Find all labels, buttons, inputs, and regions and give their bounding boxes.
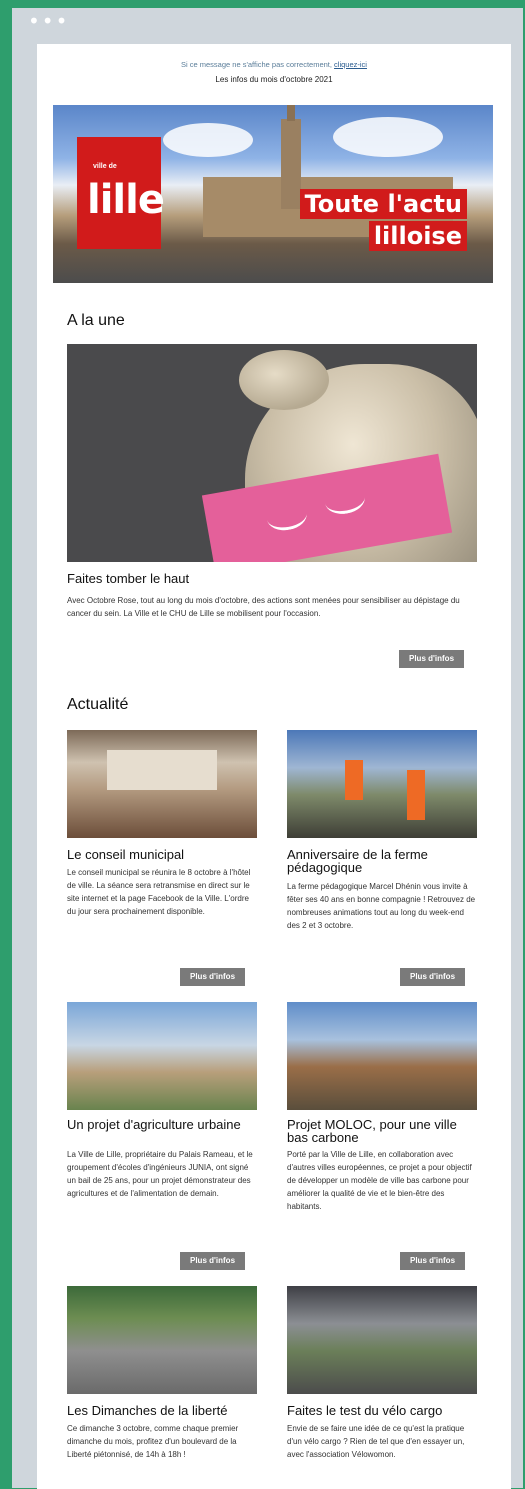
article-image-velo-cargo[interactable]	[287, 1286, 477, 1394]
preheader-text: Si ce message ne s'affiche pas correctem…	[181, 60, 332, 69]
article-title[interactable]: Projet MOLOC, pour une ville bas carbone	[287, 1118, 477, 1144]
more-info-button[interactable]: Plus d'infos	[180, 1252, 246, 1270]
preheader: Si ce message ne s'affiche pas correctem…	[37, 60, 511, 69]
article-title[interactable]: Un projet d'agriculture urbaine	[67, 1118, 257, 1131]
view-online-link[interactable]: cliquez-ici	[334, 60, 367, 69]
section-title-a-la-une: A la une	[67, 312, 125, 329]
cloud-shape	[163, 123, 253, 157]
article-image-ferme[interactable]	[287, 730, 477, 838]
volunteer-shape	[345, 760, 363, 800]
logo-small-text: ville de	[93, 163, 117, 170]
more-info-button[interactable]: Plus d'infos	[400, 1252, 466, 1270]
window-menu-dots[interactable]: •••	[28, 11, 69, 31]
section-title-actualite: Actualité	[67, 696, 129, 713]
article-body: La ferme pédagogique Marcel Dhénin vous …	[287, 882, 476, 930]
more-info-button[interactable]: Plus d'infos	[400, 968, 466, 986]
header-banner[interactable]: ville de lille Toute l'actu lilloise	[53, 105, 493, 283]
hall-shape	[107, 750, 217, 790]
banner-tagline-2: lilloise	[368, 221, 467, 251]
article-title[interactable]: Anniversaire de la ferme pédagogique	[287, 848, 477, 874]
article-body: Porté par la Ville de Lille, en collabor…	[287, 1150, 472, 1211]
article-image-conseil[interactable]	[67, 730, 257, 838]
article-image-moloc[interactable]	[287, 1002, 477, 1110]
hero-more-info-button[interactable]: Plus d'infos	[399, 650, 465, 668]
article-title[interactable]: Les Dimanches de la liberté	[67, 1404, 257, 1417]
article-body: La Ville de Lille, propriétaire du Palai…	[67, 1150, 253, 1198]
hero-article-body: Avec Octobre Rose, tout au long du mois …	[67, 596, 460, 618]
statue-head	[239, 350, 329, 410]
article-title[interactable]: Le conseil municipal	[67, 848, 257, 861]
volunteer-shape	[407, 770, 425, 820]
hero-article-title[interactable]: Faites tomber le haut	[67, 572, 189, 585]
month-line: Les infos du mois d'octobre 2021	[215, 75, 333, 84]
article-image-agriculture[interactable]	[67, 1002, 257, 1110]
more-info-button[interactable]: Plus d'infos	[180, 968, 246, 986]
article-body: Le conseil municipal se réunira le 8 oct…	[67, 868, 251, 916]
article-body: Ce dimanche 3 octobre, comme chaque prem…	[67, 1424, 239, 1459]
article-title[interactable]: Faites le test du vélo cargo	[287, 1404, 477, 1417]
article-body: Envie de se faire une idée de ce qu'est …	[287, 1424, 465, 1459]
lille-logo: ville de lille	[77, 137, 165, 249]
logo-big-text: lille	[87, 177, 165, 223]
email-body: Si ce message ne s'affiche pas correctem…	[37, 44, 511, 1489]
banner-tagline-1: Toute l'actu	[299, 189, 467, 219]
article-image-dimanches[interactable]	[67, 1286, 257, 1394]
belfry-tower	[281, 105, 301, 209]
cloud-shape	[333, 117, 443, 157]
hero-image[interactable]	[67, 344, 477, 562]
